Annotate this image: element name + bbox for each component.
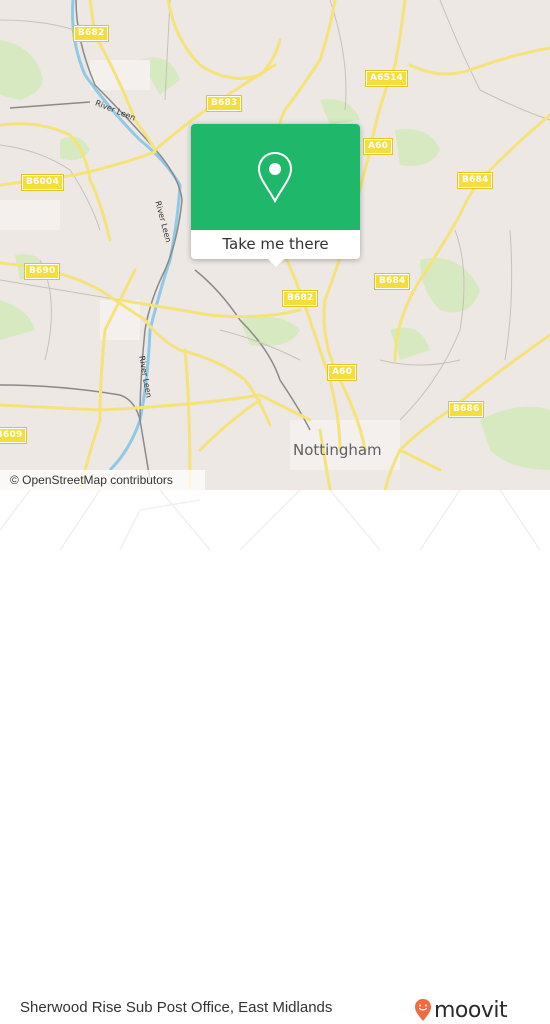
map-attribution[interactable]: © OpenStreetMap contributors — [0, 470, 205, 490]
take-me-there-button[interactable]: Take me there — [191, 230, 360, 259]
location-pin-icon — [257, 151, 293, 203]
road-label-a6514: A6514 — [364, 70, 409, 87]
road-label-b684: B684 — [373, 273, 411, 290]
footer-background-pattern — [0, 490, 541, 550]
moovit-wordmark: moovit — [434, 997, 508, 1023]
moovit-pin-icon — [415, 999, 431, 1021]
popup-pointer — [267, 258, 285, 267]
road-label-b684: B684 — [456, 172, 494, 189]
map-view[interactable]: B682 B683 A6514 A60 B684 B6004 B690 B682… — [0, 0, 550, 490]
place-name: Sherwood Rise Sub Post Office, East Midl… — [20, 999, 333, 1016]
road-label-b686: B686 — [447, 401, 485, 418]
road-label-b609: B609 — [0, 427, 28, 444]
road-label-b690: B690 — [23, 263, 61, 280]
place-label-nottingham: Nottingham — [293, 441, 382, 459]
road-label-b682: B682 — [72, 25, 110, 42]
road-label-b683: B683 — [205, 95, 243, 112]
location-popup: Take me there — [191, 124, 360, 267]
road-label-b682: B682 — [281, 290, 319, 307]
road-label-a60: A60 — [362, 138, 394, 155]
footer: Sherwood Rise Sub Post Office, East Midl… — [0, 490, 550, 1023]
popup-header — [191, 124, 360, 230]
road-label-a60: A60 — [326, 364, 358, 381]
moovit-logo[interactable]: moovit — [414, 996, 508, 1024]
road-label-b6004: B6004 — [21, 174, 64, 191]
